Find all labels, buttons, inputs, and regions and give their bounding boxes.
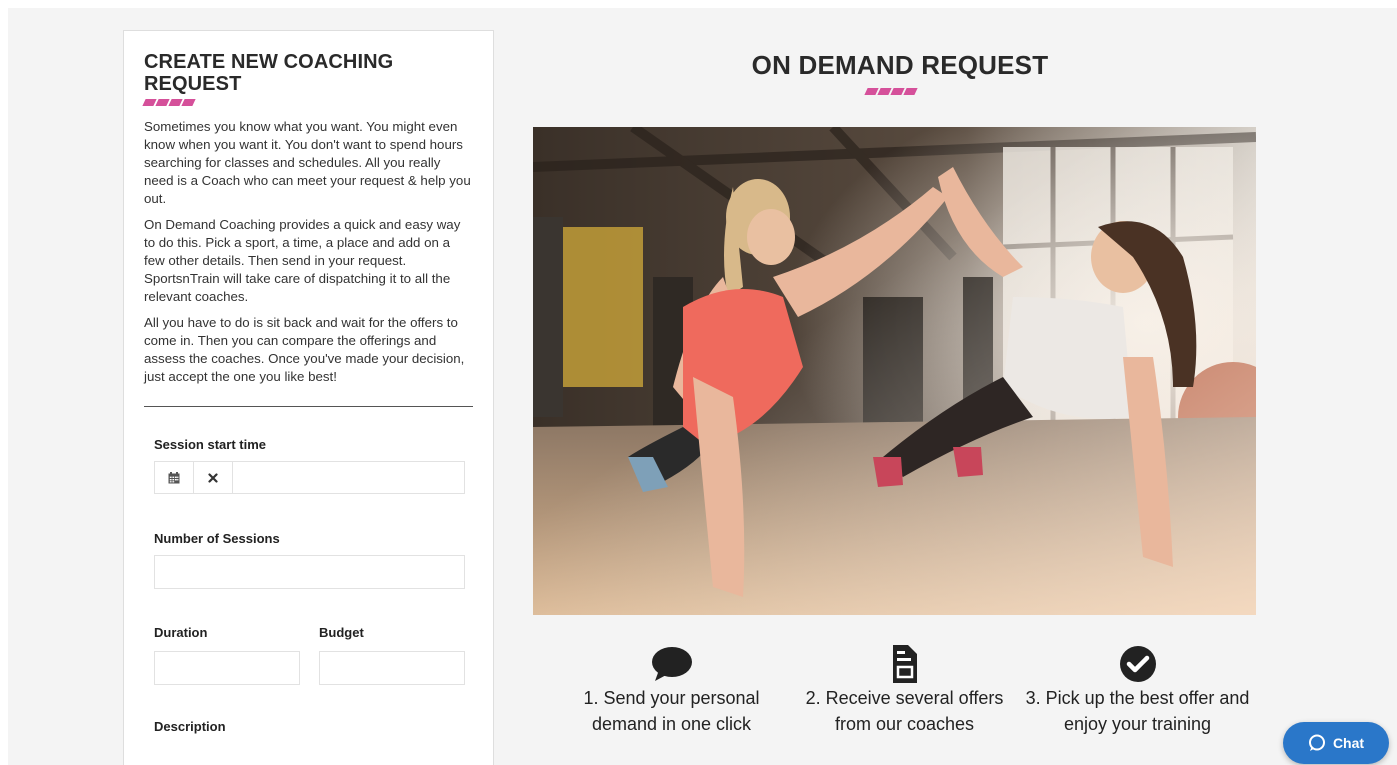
duration-label: Duration: [154, 625, 208, 640]
close-icon: [208, 472, 218, 483]
intro-paragraph-2: On Demand Coaching provides a quick and …: [144, 217, 461, 304]
chat-button[interactable]: Chat: [1283, 722, 1389, 764]
chat-bubble-icon: [1308, 734, 1325, 751]
section-divider: [144, 406, 473, 407]
chat-label: Chat: [1332, 735, 1365, 751]
how-it-works-steps: 1. Send your personal demand in one clic…: [555, 644, 1255, 737]
calendar-icon: [168, 471, 180, 483]
duration-field: Duration: [154, 589, 300, 685]
duration-input[interactable]: [154, 651, 300, 685]
number-sessions-input[interactable]: [154, 555, 465, 589]
step-1: 1. Send your personal demand in one clic…: [555, 644, 788, 737]
document-icon: [892, 645, 917, 683]
request-form: Session start time Number of Sessions Du…: [144, 437, 473, 737]
title-accent-stripes: [142, 99, 473, 106]
number-sessions-label: Number of Sessions: [154, 531, 280, 546]
duration-budget-row: Duration Budget: [154, 589, 465, 685]
calendar-button[interactable]: [155, 462, 194, 493]
page-title: ON DEMAND REQUEST: [751, 50, 1049, 80]
session-start-input[interactable]: [233, 462, 464, 493]
check-circle-icon: [1119, 646, 1156, 682]
step-3: 3. Pick up the best offer and enjoy your…: [1021, 644, 1254, 737]
step-1-text: 1. Send your personal demand in one clic…: [583, 688, 760, 734]
clear-date-button[interactable]: [194, 462, 233, 493]
page-title-accent-stripes: [864, 88, 918, 95]
hero-image: [533, 127, 1256, 615]
intro-text: Sometimes you know what you want. You mi…: [144, 118, 473, 386]
description-label: Description: [154, 719, 226, 734]
step-3-text: 3. Pick up the best offer and enjoy your…: [1025, 688, 1250, 734]
panel-title: CREATE NEW COACHING REQUEST: [144, 51, 394, 95]
step-2-text: 2. Receive several offers from our coach…: [805, 688, 1004, 734]
budget-input[interactable]: [319, 651, 465, 685]
intro-paragraph-1: Sometimes you know what you want. You mi…: [144, 119, 471, 206]
budget-field: Budget: [319, 589, 465, 685]
speech-bubble-icon: [651, 647, 692, 681]
coaching-request-panel: CREATE NEW COACHING REQUEST Sometimes yo…: [123, 30, 494, 765]
intro-paragraph-3: All you have to do is sit back and wait …: [144, 315, 465, 384]
step-2: 2. Receive several offers from our coach…: [788, 644, 1021, 737]
budget-label: Budget: [319, 625, 364, 640]
session-start-picker: [154, 461, 465, 494]
session-start-label: Session start time: [154, 437, 266, 452]
